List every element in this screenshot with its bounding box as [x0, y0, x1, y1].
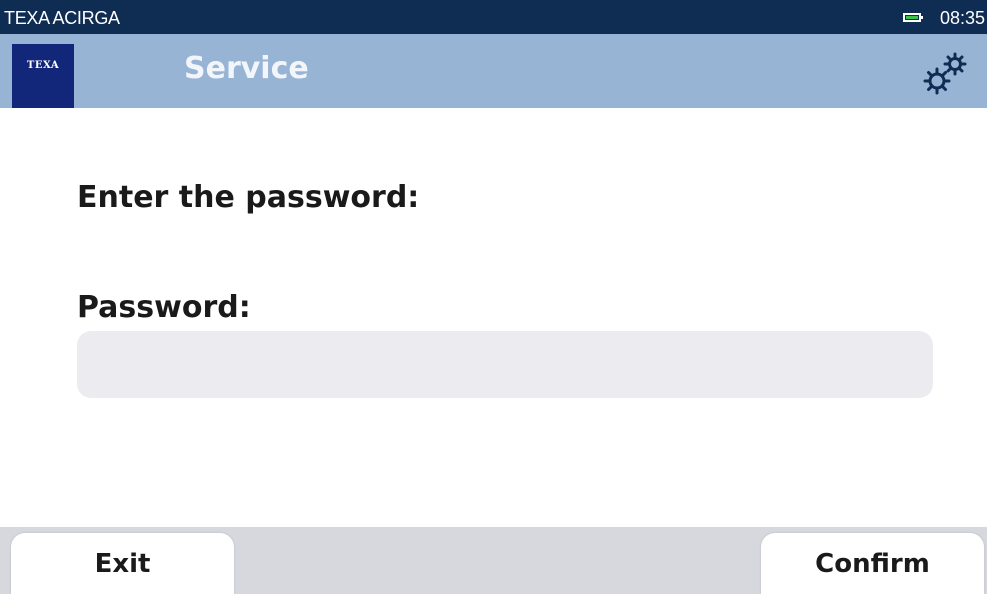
texa-logo: TEXA — [12, 44, 74, 108]
title-bar: TEXA Service — [0, 34, 987, 108]
page-title: Service — [184, 51, 309, 86]
password-input[interactable] — [77, 331, 933, 398]
main-content: Enter the password: Password: — [0, 108, 987, 527]
exit-button[interactable]: Exit — [11, 533, 234, 594]
footer-bar: Exit Confirm — [0, 527, 987, 594]
gear-icon[interactable] — [920, 50, 972, 98]
app-name: TEXA ACIRGA — [4, 8, 120, 28]
status-bar: TEXA ACIRGA 08:35 — [0, 0, 987, 34]
clock: 08:35 — [939, 8, 985, 28]
confirm-button[interactable]: Confirm — [761, 533, 984, 594]
password-label: Password: — [77, 290, 251, 325]
battery-icon — [903, 13, 923, 22]
logo-text: TEXA — [26, 60, 60, 71]
password-prompt: Enter the password: — [77, 180, 420, 215]
